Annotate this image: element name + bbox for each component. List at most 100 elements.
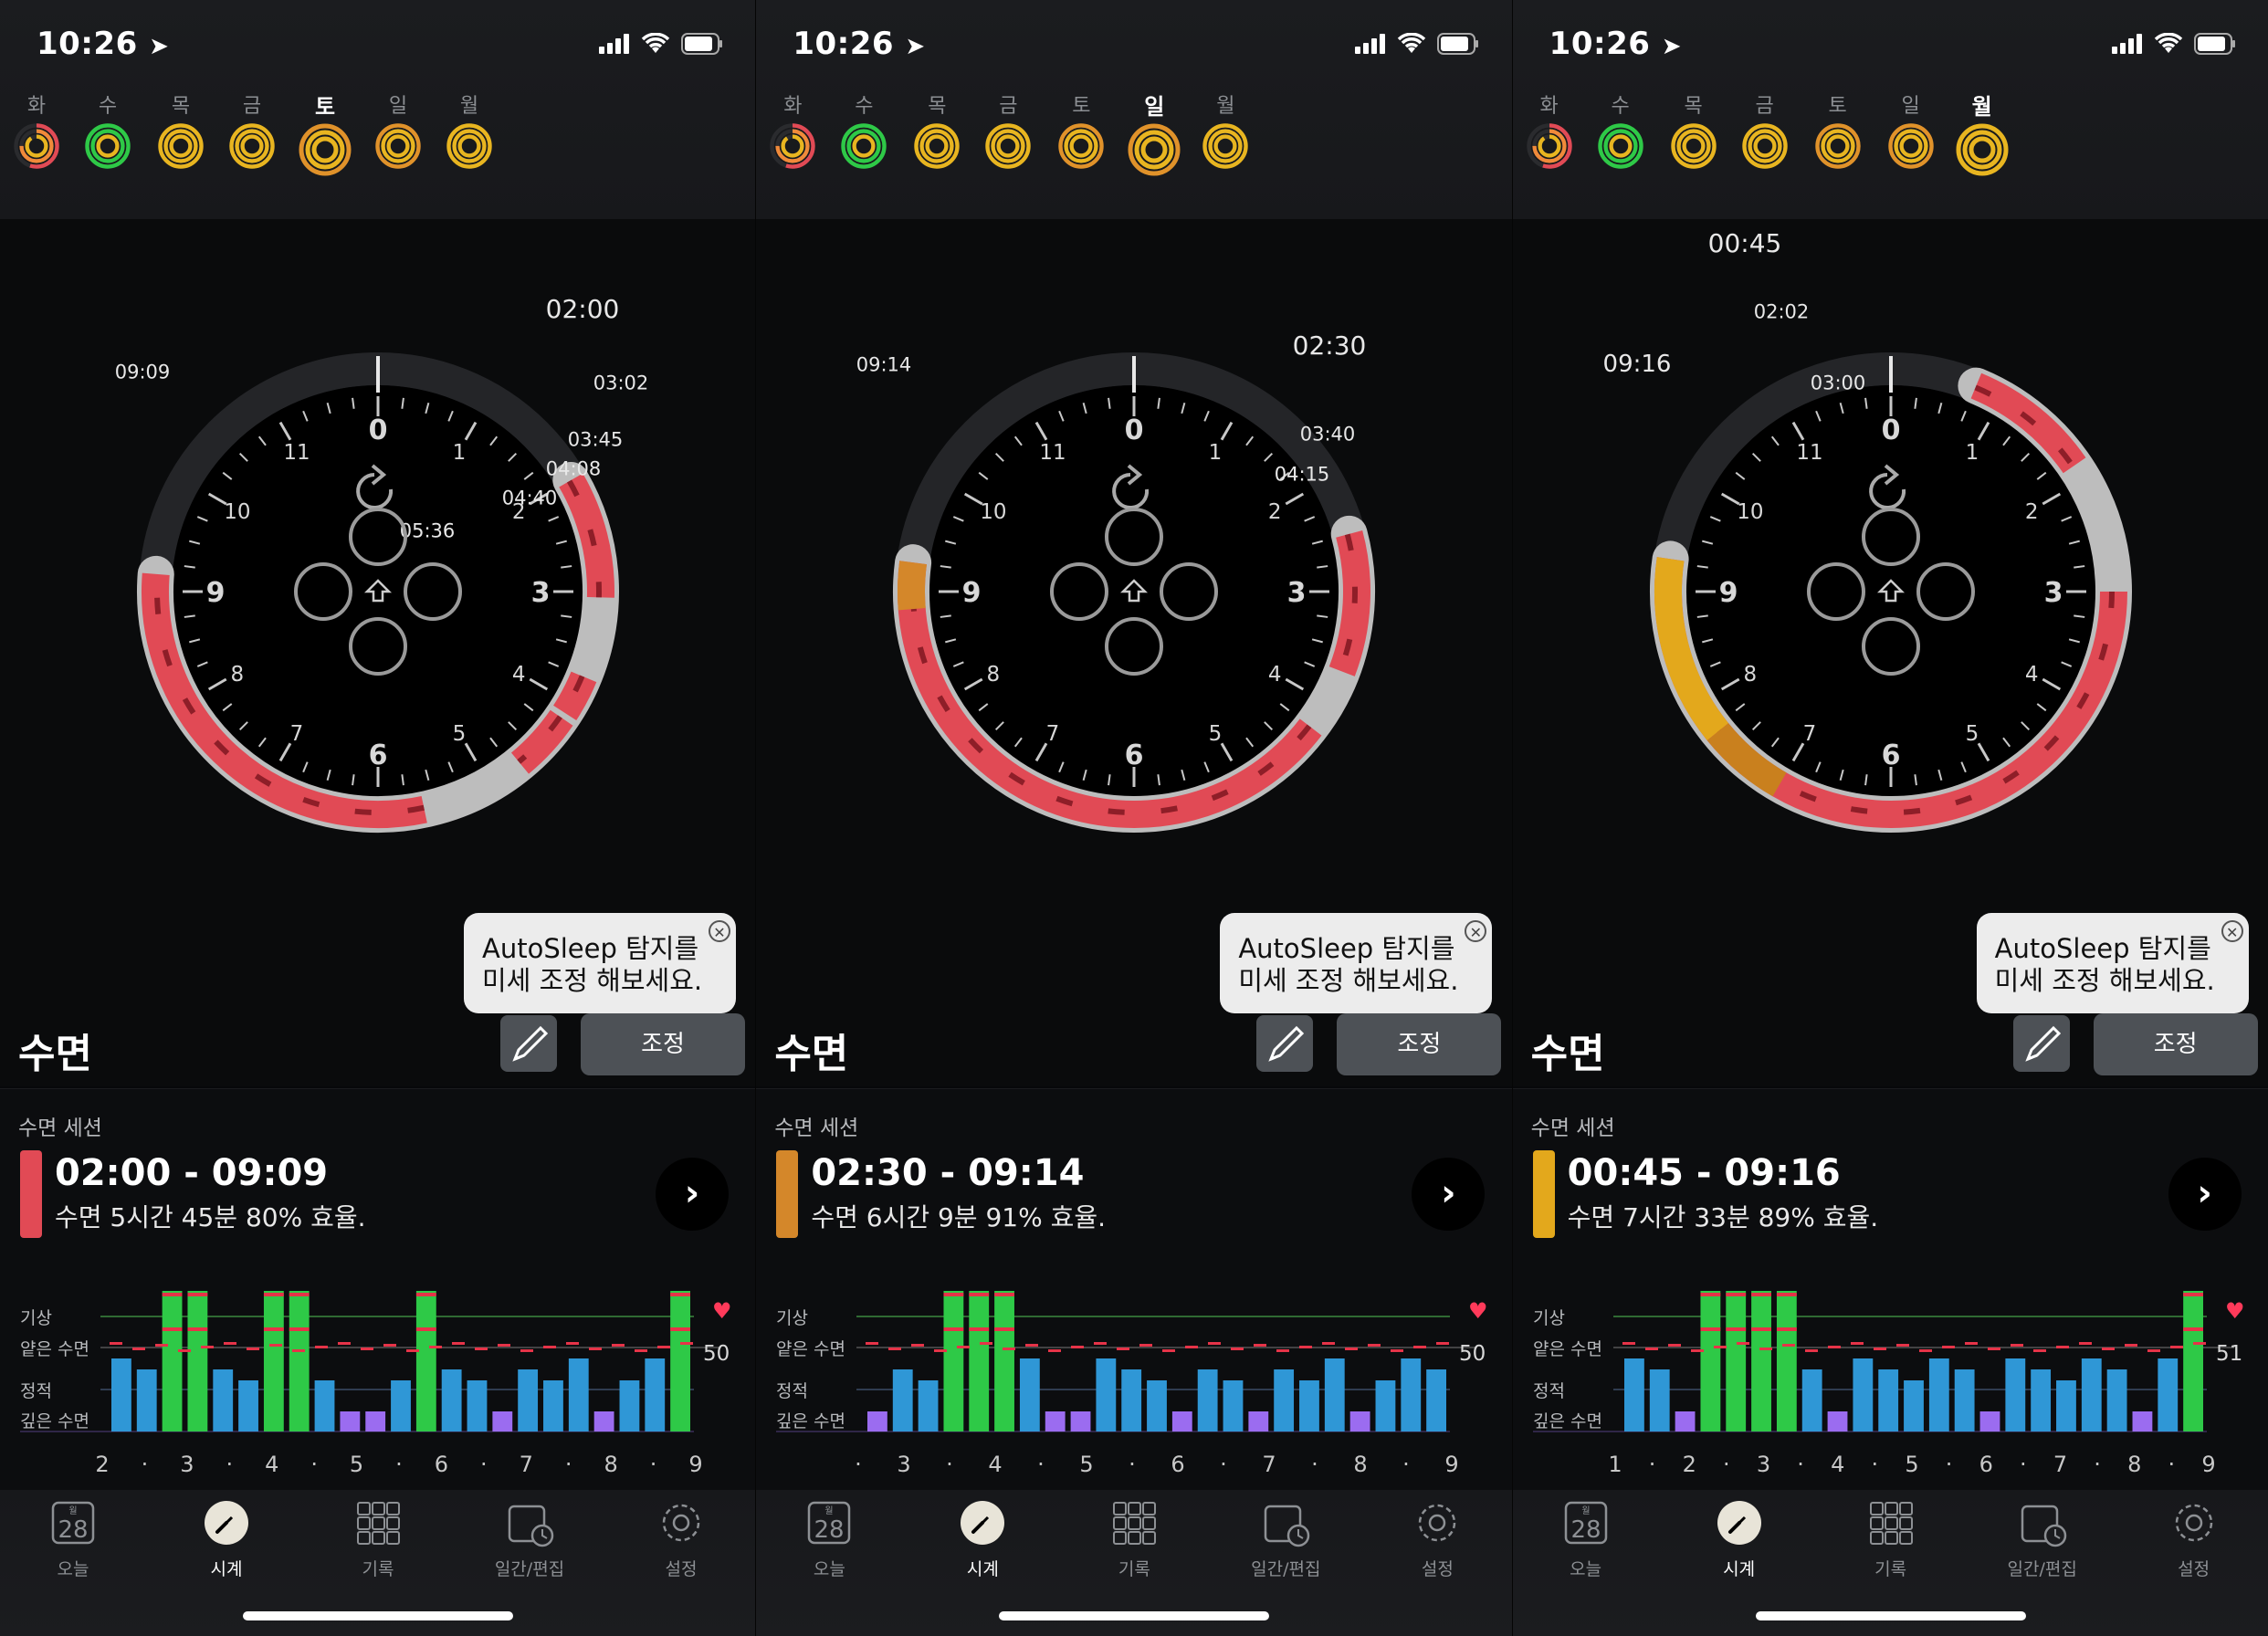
tab-0[interactable]: 월 28 오늘	[770, 1497, 888, 1580]
heart-rate-mark	[110, 1342, 122, 1345]
grid-icon	[1869, 1502, 1913, 1545]
x-tick-label: 5	[1905, 1452, 1918, 1477]
session-detail-button[interactable]: ›	[656, 1158, 729, 1231]
x-tick-label: ·	[1797, 1452, 1804, 1477]
heart-rate-mark	[2101, 1348, 2115, 1350]
close-icon[interactable]: ✕	[709, 920, 730, 942]
autosleep-tooltip[interactable]: AutoSleep 탐지를 미세 조정 해보세요. ✕	[1220, 913, 1493, 1037]
tab-4[interactable]: 설정	[1378, 1497, 1496, 1580]
day-ring-3[interactable]: 금	[1724, 91, 1806, 170]
day-ring-1[interactable]: 수	[67, 91, 149, 170]
edit-button[interactable]	[1256, 1015, 1314, 1072]
stage-label: 얕은 수면	[776, 1339, 845, 1359]
session-detail-button[interactable]: ›	[1412, 1158, 1486, 1231]
heart-rate-mark	[247, 1348, 259, 1350]
stage-bar	[1954, 1369, 1975, 1432]
day-ring-3[interactable]: 금	[211, 91, 293, 170]
activity-ring-icon	[1814, 123, 1861, 169]
hour-label: 6	[369, 739, 388, 771]
tab-4[interactable]: 설정	[622, 1497, 740, 1580]
time-label: 03:00	[1810, 372, 1865, 394]
stage-label: 기상	[1533, 1308, 1565, 1328]
stage-bar	[365, 1411, 386, 1432]
day-label: 목	[928, 95, 947, 118]
stage-label: 기상	[776, 1308, 808, 1328]
tab-3[interactable]: 일간/편집	[470, 1497, 589, 1580]
heart-rate-mark	[1391, 1349, 1404, 1352]
tab-0[interactable]: 월 28 오늘	[1527, 1497, 1645, 1580]
heart-rate-mark	[1622, 1342, 1635, 1345]
day-ring-3[interactable]: 금	[967, 91, 1049, 170]
grid-icon	[1113, 1502, 1157, 1545]
day-ring-4[interactable]: 토	[284, 91, 366, 177]
home-indicator	[1755, 1611, 2026, 1620]
stage-label: 정적	[1533, 1381, 1565, 1401]
session-summary: 수면 6시간 9분 91% 효율.	[811, 1202, 1107, 1232]
tab-4[interactable]: 설정	[2135, 1497, 2253, 1580]
heart-rate-mark	[1941, 1346, 1955, 1348]
tab-2[interactable]: 기록	[1075, 1497, 1193, 1580]
stage-bar	[263, 1291, 284, 1432]
day-ring-1[interactable]: 수	[1580, 91, 1662, 170]
session-detail-button[interactable]: ›	[2168, 1158, 2242, 1231]
time-label: 09:14	[856, 354, 912, 376]
edit-button[interactable]	[2012, 1015, 2070, 1072]
hour-label: 4	[512, 663, 526, 687]
sleep-title: 수면	[1530, 1031, 1605, 1077]
tab-label: 설정	[1421, 1559, 1454, 1579]
day-ring-5[interactable]: 일	[357, 91, 439, 170]
x-tick-label: ·	[480, 1452, 488, 1477]
day-ring-2[interactable]: 목	[140, 91, 222, 170]
day-ring-6[interactable]: 월	[1184, 91, 1266, 170]
day-ring-6[interactable]: 월	[1941, 91, 2023, 177]
day-ring-2[interactable]: 목	[896, 91, 978, 170]
adjust-button[interactable]: 조정	[581, 1013, 745, 1075]
tab-1[interactable]: 시계	[167, 1497, 286, 1580]
tab-1[interactable]: 시계	[923, 1497, 1042, 1580]
autosleep-tooltip[interactable]: AutoSleep 탐지를 미세 조정 해보세요. ✕	[1976, 913, 2249, 1037]
tab-0[interactable]: 월 28 오늘	[14, 1497, 132, 1580]
autosleep-tooltip[interactable]: AutoSleep 탐지를 미세 조정 해보세요. ✕	[464, 913, 736, 1037]
sleep-stage-chart: 기상얕은 수면정적깊은 수면 ♥ 51 1 · 2 · 3 · 4 · 5 · 6 · 7 · 8 · 9	[1532, 1291, 2244, 1477]
heart-rate-mark	[1048, 1349, 1062, 1352]
close-icon[interactable]: ✕	[2221, 920, 2243, 942]
heart-rate-mark	[1185, 1346, 1199, 1348]
stage-label: 얕은 수면	[20, 1339, 89, 1359]
close-icon[interactable]: ✕	[1465, 920, 1487, 942]
tab-3[interactable]: 일간/편집	[1983, 1497, 2102, 1580]
day-ring-1[interactable]: 수	[823, 91, 905, 170]
activity-ring-icon	[85, 123, 131, 169]
stage-bar	[2055, 1380, 2076, 1432]
x-tick-label: 4	[989, 1452, 1003, 1477]
day-ring-5[interactable]: 일	[1113, 91, 1195, 177]
day-ring-4[interactable]: 토	[1040, 91, 1122, 170]
stage-bar	[1853, 1358, 1873, 1432]
heart-rate-mark	[1873, 1348, 1886, 1350]
edit-button[interactable]	[500, 1015, 557, 1072]
day-ring-4[interactable]: 토	[1797, 91, 1879, 170]
day-ring-5[interactable]: 일	[1870, 91, 1952, 170]
activity-ring-icon	[1058, 123, 1105, 169]
heart-rate-mark	[2192, 1342, 2206, 1345]
battery-icon	[2193, 33, 2235, 55]
hour-label: 11	[1040, 441, 1066, 465]
adjust-button[interactable]: 조정	[2093, 1013, 2258, 1075]
heart-rate-mark	[1436, 1342, 1450, 1345]
x-tick-label: 8	[604, 1452, 618, 1477]
hour-label: 3	[2043, 577, 2063, 609]
stage-bar	[1198, 1369, 1218, 1432]
day-ring-6[interactable]: 월	[428, 91, 510, 170]
x-tick-label: ·	[1221, 1452, 1228, 1477]
tab-1[interactable]: 시계	[1680, 1497, 1799, 1580]
adjust-button[interactable]: 조정	[1337, 1013, 1502, 1075]
tab-2[interactable]: 기록	[1832, 1497, 1950, 1580]
wifi-icon	[1398, 33, 1426, 53]
tab-3[interactable]: 일간/편집	[1226, 1497, 1345, 1580]
day-ring-2[interactable]: 목	[1653, 91, 1735, 170]
pencil-icon	[2024, 1025, 2061, 1062]
heart-rate-mark	[475, 1348, 488, 1350]
x-tick-label: 9	[2201, 1452, 2215, 1477]
tab-2[interactable]: 기록	[319, 1497, 437, 1580]
x-tick-label: ·	[650, 1452, 657, 1477]
stage-bar	[2132, 1411, 2153, 1432]
